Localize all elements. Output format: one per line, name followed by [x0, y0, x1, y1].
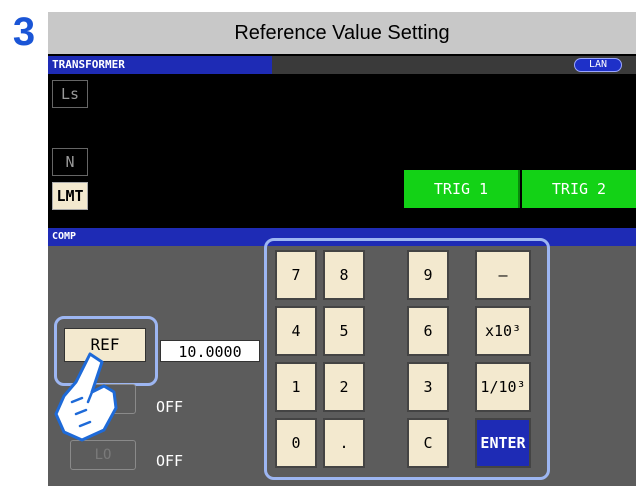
lan-indicator: LAN [574, 58, 622, 72]
key-1[interactable]: 1 [275, 362, 317, 412]
key-6[interactable]: 6 [407, 306, 449, 356]
key-2[interactable]: 2 [323, 362, 365, 412]
key-exp-up[interactable]: x10³ [475, 306, 531, 356]
pointing-hand-icon [54, 352, 118, 442]
key-minus[interactable]: – [475, 250, 531, 300]
key-5[interactable]: 5 [323, 306, 365, 356]
lo-button[interactable]: LO [70, 440, 136, 470]
mode-header: TRANSFORMER [48, 56, 272, 74]
key-exp-down[interactable]: 1/10³ [475, 362, 531, 412]
trig2-button[interactable]: TRIG 2 [522, 170, 636, 208]
key-7[interactable]: 7 [275, 250, 317, 300]
key-clear[interactable]: C [407, 418, 449, 468]
lmt-button[interactable]: LMT [52, 182, 88, 210]
ref-value-field: 10.0000 [160, 340, 260, 362]
lo-state-text: OFF [156, 452, 184, 470]
ls-button[interactable]: Ls [52, 80, 88, 108]
page-title: Reference Value Setting [48, 12, 636, 54]
step-number: 3 [12, 10, 36, 54]
n-button[interactable]: N [52, 148, 88, 176]
key-4[interactable]: 4 [275, 306, 317, 356]
instrument-screen: TRANSFORMER LAN Ls N LMT TRIG 1 TRIG 2 C… [48, 54, 636, 486]
trig1-button[interactable]: TRIG 1 [404, 170, 520, 208]
enter-button[interactable]: ENTER [475, 418, 531, 468]
key-3[interactable]: 3 [407, 362, 449, 412]
key-0[interactable]: 0 [275, 418, 317, 468]
hi-state-text: OFF [156, 398, 184, 416]
key-8[interactable]: 8 [323, 250, 365, 300]
key-9[interactable]: 9 [407, 250, 449, 300]
key-dot[interactable]: . [323, 418, 365, 468]
